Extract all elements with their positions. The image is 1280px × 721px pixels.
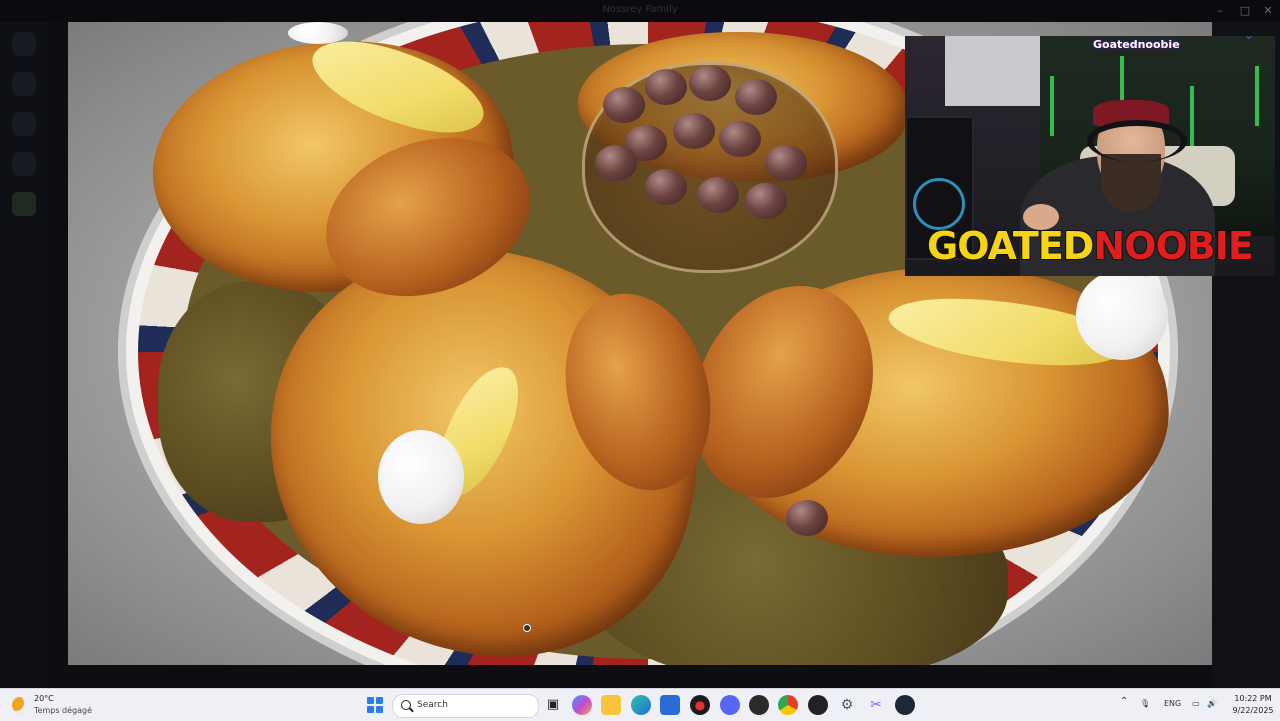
taskbar: 20°C Temps dégagé Search ▣ ● ⚙ ✂ ⌃ 🎙 ENG… xyxy=(0,688,1280,721)
copilot-icon[interactable] xyxy=(572,695,592,715)
headset xyxy=(1087,120,1187,162)
led-strip xyxy=(1255,66,1259,126)
clock-date[interactable]: 9/22/2025 xyxy=(1228,706,1278,715)
search-icon xyxy=(401,700,411,710)
background-sidebar xyxy=(0,22,48,688)
boiled-egg xyxy=(288,22,348,44)
olive xyxy=(735,79,777,115)
windows-icon xyxy=(367,697,374,704)
sidebar-item[interactable] xyxy=(12,32,36,56)
windows-icon-tile xyxy=(367,706,374,713)
olive xyxy=(745,183,787,219)
olive xyxy=(697,177,739,213)
olive xyxy=(719,121,761,157)
sidebar-item[interactable] xyxy=(12,192,36,216)
olive xyxy=(689,65,731,101)
mouse-cursor xyxy=(523,624,531,632)
search-placeholder: Search xyxy=(417,700,448,710)
olive xyxy=(786,500,828,536)
olive xyxy=(765,145,807,181)
pc-fan xyxy=(913,178,965,230)
weather-widget[interactable]: 20°C Temps dégagé xyxy=(8,692,128,718)
close-icon[interactable]: ✕ xyxy=(1260,3,1276,19)
media-app-icon[interactable]: ● xyxy=(690,695,710,715)
steam-alt-icon[interactable] xyxy=(808,695,828,715)
chevron-up-icon[interactable]: ⌃ xyxy=(1120,696,1128,707)
microphone-icon[interactable]: 🎙 xyxy=(1140,699,1150,708)
task-view-icon[interactable]: ▣ xyxy=(543,695,563,715)
window-titlebar: Nossrey Family – □ ✕ xyxy=(0,0,1280,22)
discord-icon[interactable] xyxy=(720,695,740,715)
volume-icon[interactable]: 🔊 xyxy=(1207,699,1217,708)
streamer-beard xyxy=(1101,154,1161,212)
app-icon[interactable] xyxy=(749,695,769,715)
windows-icon-tile xyxy=(376,697,383,704)
olive xyxy=(603,87,645,123)
boiled-egg xyxy=(1076,270,1168,360)
led-strip xyxy=(1190,86,1194,146)
weather-desc: Temps dégagé xyxy=(34,706,93,715)
network-icon[interactable]: ▭ xyxy=(1192,699,1200,708)
chevron-down-icon[interactable]: ⌄ xyxy=(1244,28,1258,42)
snipping-tool-icon[interactable]: ✂ xyxy=(866,695,886,715)
settings-icon[interactable]: ⚙ xyxy=(837,695,857,715)
start-button[interactable] xyxy=(367,697,383,713)
window-title: Nossrey Family xyxy=(602,4,678,15)
edge-icon[interactable] xyxy=(631,695,651,715)
sidebar-item[interactable] xyxy=(12,72,36,96)
language-indicator[interactable]: ENG xyxy=(1164,699,1181,708)
file-explorer-icon[interactable] xyxy=(601,695,621,715)
neon-sign: Goatednoobie xyxy=(1093,38,1180,51)
steam-icon[interactable] xyxy=(895,695,915,715)
olive xyxy=(645,169,687,205)
minimize-icon[interactable]: – xyxy=(1212,3,1228,19)
moon-icon xyxy=(12,697,28,713)
weather-temp: 20°C xyxy=(34,694,54,703)
olive xyxy=(595,145,637,181)
channel-logo-part2: NOOBIE xyxy=(1092,223,1254,269)
chrome-icon[interactable] xyxy=(778,695,798,715)
clock-time[interactable]: 10:22 PM xyxy=(1228,694,1278,703)
olive-bowl xyxy=(582,62,838,273)
boiled-egg xyxy=(378,430,464,524)
led-strip xyxy=(1050,76,1054,136)
maximize-icon[interactable]: □ xyxy=(1237,3,1253,19)
olive xyxy=(645,69,687,105)
store-icon[interactable] xyxy=(660,695,680,715)
sidebar-item[interactable] xyxy=(12,112,36,136)
windows-icon-tile xyxy=(376,706,383,713)
olive xyxy=(673,113,715,149)
taskbar-search[interactable]: Search xyxy=(392,694,539,718)
channel-logo: GOATEDNOOBIE xyxy=(926,223,1255,269)
channel-logo-part1: GOATED xyxy=(926,223,1095,269)
sidebar-item[interactable] xyxy=(12,152,36,176)
webcam-overlay: Goatednoobie GOATEDNOOBIE xyxy=(905,36,1275,276)
